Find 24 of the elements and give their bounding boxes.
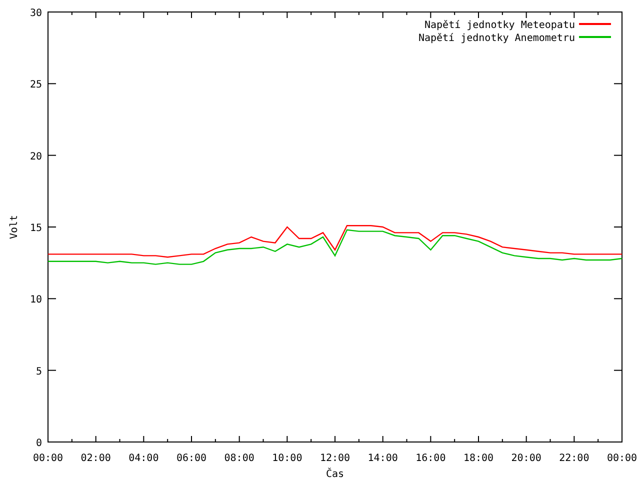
x-tick-label: 16:00 <box>416 453 446 464</box>
y-tick-label: 25 <box>30 80 42 91</box>
y-axis-title: Volt <box>9 214 20 240</box>
legend-label: Napětí jednotky Anemometru <box>418 33 575 44</box>
x-tick-label: 04:00 <box>128 453 159 464</box>
x-tick-label: 22:00 <box>559 453 590 464</box>
y-tick-label: 10 <box>30 294 42 306</box>
y-tick-label: 20 <box>30 151 42 162</box>
y-tick-label: 30 <box>30 8 42 19</box>
x-tick-label: 08:00 <box>224 453 254 464</box>
x-tick-label: 00:00 <box>606 453 638 464</box>
x-axis-title: Čas <box>326 469 344 480</box>
legend-label: Napětí jednotky Meteopatu <box>424 20 575 31</box>
x-tick-label: 20:00 <box>511 453 542 464</box>
y-tick-label: 0 <box>36 438 42 449</box>
x-tick-label: 18:00 <box>463 453 494 464</box>
y-tick-label: 15 <box>30 223 42 234</box>
x-tick-label: 10:00 <box>272 453 302 464</box>
x-tick-label: 12:00 <box>320 453 350 464</box>
x-tick-label: 00:00 <box>32 453 64 464</box>
y-tick-label: 5 <box>36 366 42 378</box>
x-tick-label: 02:00 <box>80 453 111 464</box>
x-tick-label: 06:00 <box>176 453 207 464</box>
x-tick-label: 14:00 <box>368 453 398 464</box>
